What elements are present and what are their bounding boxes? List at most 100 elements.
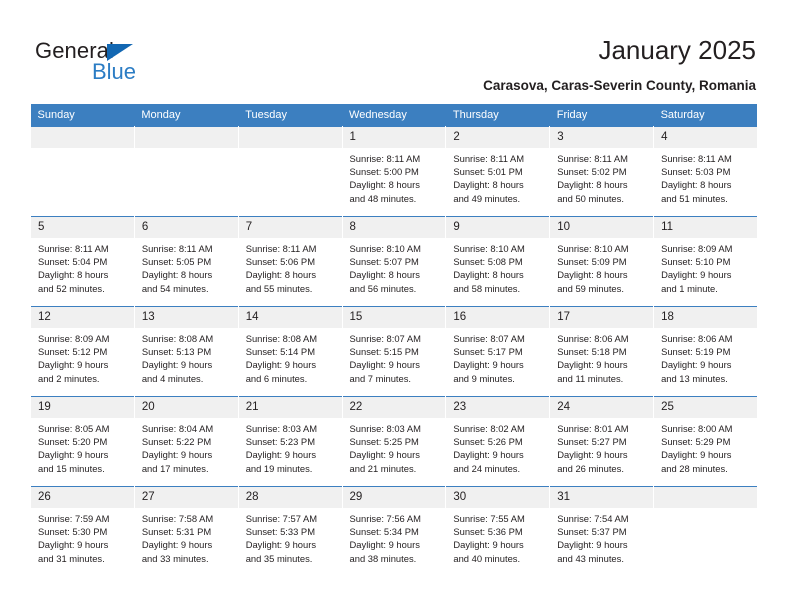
calendar-day-cell[interactable]: 15 Sunrise: 8:07 AM Sunset: 5:15 PM Dayligh… xyxy=(341,306,447,397)
sunrise-text: Sunrise: 8:09 AM xyxy=(661,243,733,254)
calendar-day-cell-empty xyxy=(30,126,135,217)
sunset-text: Sunset: 5:20 PM xyxy=(38,436,108,448)
daylight-text-line1: Daylight: 9 hours xyxy=(661,359,732,371)
calendar-day-cell[interactable]: 16 Sunrise: 8:07 AM Sunset: 5:17 PM Dayligh… xyxy=(445,306,551,397)
calendar-day-cell[interactable]: 29 Sunrise: 7:56 AM Sunset: 5:34 PM Dayligh… xyxy=(341,486,447,577)
daylight-text-line2: and 52 minutes. xyxy=(38,282,105,294)
daylight-text-line2: and 7 minutes. xyxy=(349,372,412,384)
day-number: 19 xyxy=(31,397,134,418)
calendar-day-cell[interactable]: 2 Sunrise: 8:11 AM Sunset: 5:01 PM Daylight… xyxy=(445,126,551,217)
sunrise-text: Sunrise: 8:11 AM xyxy=(245,243,317,254)
day-sun-info: Sunrise: 8:03 AM Sunset: 5:25 PM Daylight:… xyxy=(343,418,446,475)
sunset-text: Sunset: 5:08 PM xyxy=(453,256,523,268)
calendar-day-cell[interactable]: 12 Sunrise: 8:09 AM Sunset: 5:12 PM Dayligh… xyxy=(30,306,135,397)
calendar-day-cell[interactable]: 20 Sunrise: 8:04 AM Sunset: 5:22 PM Dayligh… xyxy=(133,396,239,487)
page-title: January 2025 xyxy=(598,35,756,65)
sunrise-text: Sunrise: 8:10 AM xyxy=(349,243,421,254)
sunset-text: Sunset: 5:06 PM xyxy=(245,256,315,268)
calendar-week-row: 1 Sunrise: 8:11 AM Sunset: 5:00 PM Daylight… xyxy=(30,126,758,217)
day-sun-info: Sunrise: 8:10 AM Sunset: 5:07 PM Daylight:… xyxy=(343,238,446,295)
calendar-day-cell[interactable]: 18 Sunrise: 8:06 AM Sunset: 5:19 PM Dayligh… xyxy=(653,306,758,397)
calendar-day-cell-empty xyxy=(237,126,343,217)
calendar-day-cell[interactable]: 13 Sunrise: 8:08 AM Sunset: 5:13 PM Dayligh… xyxy=(133,306,239,397)
sunset-text: Sunset: 5:12 PM xyxy=(38,346,108,358)
day-number: 11 xyxy=(654,217,757,238)
daylight-text-line2: and 40 minutes. xyxy=(453,552,521,564)
day-sun-info: Sunrise: 8:09 AM Sunset: 5:12 PM Daylight:… xyxy=(31,328,134,385)
sunrise-text: Sunrise: 7:55 AM xyxy=(453,513,525,524)
calendar-day-cell[interactable]: 6 Sunrise: 8:11 AM Sunset: 5:05 PM Daylight… xyxy=(133,216,239,307)
day-number: 22 xyxy=(342,397,446,418)
daylight-text-line1: Daylight: 9 hours xyxy=(661,449,732,461)
calendar-day-cell[interactable]: 19 Sunrise: 8:05 AM Sunset: 5:20 PM Dayligh… xyxy=(30,396,135,487)
daylight-text-line1: Daylight: 9 hours xyxy=(557,449,628,461)
calendar-day-cell[interactable]: 11 Sunrise: 8:09 AM Sunset: 5:10 PM Dayligh… xyxy=(653,216,758,307)
calendar-day-cell[interactable]: 26 Sunrise: 7:59 AM Sunset: 5:30 PM Dayligh… xyxy=(30,486,135,577)
general-blue-logo[interactable]: General Blue xyxy=(35,38,235,84)
daylight-text-line1: Daylight: 8 hours xyxy=(141,269,213,281)
calendar-day-cell[interactable]: 7 Sunrise: 8:11 AM Sunset: 5:06 PM Daylight… xyxy=(237,216,343,307)
calendar-body: 1 Sunrise: 8:11 AM Sunset: 5:00 PM Daylight… xyxy=(30,126,758,577)
daylight-text-line2: and 24 minutes. xyxy=(453,462,521,474)
calendar-day-cell[interactable]: 31 Sunrise: 7:54 AM Sunset: 5:37 PM Dayligh… xyxy=(549,486,655,577)
calendar-day-cell[interactable]: 3 Sunrise: 8:11 AM Sunset: 5:02 PM Daylight… xyxy=(549,126,655,217)
daylight-text-line2: and 49 minutes. xyxy=(453,192,521,204)
calendar-day-cell[interactable]: 30 Sunrise: 7:55 AM Sunset: 5:36 PM Dayligh… xyxy=(445,486,551,577)
calendar-day-cell[interactable]: 21 Sunrise: 8:03 AM Sunset: 5:23 PM Dayligh… xyxy=(237,396,343,487)
daylight-text-line1: Daylight: 9 hours xyxy=(453,359,524,371)
day-sun-info: Sunrise: 7:56 AM Sunset: 5:34 PM Daylight:… xyxy=(343,508,446,565)
calendar-day-cell[interactable]: 4 Sunrise: 8:11 AM Sunset: 5:03 PM Daylight… xyxy=(653,126,758,217)
day-sun-info: Sunrise: 8:01 AM Sunset: 5:27 PM Daylight:… xyxy=(550,418,653,475)
day-sun-info: Sunrise: 8:11 AM Sunset: 5:05 PM Daylight:… xyxy=(135,238,238,295)
sunrise-text: Sunrise: 8:11 AM xyxy=(141,243,213,254)
calendar-day-cell[interactable]: 14 Sunrise: 8:08 AM Sunset: 5:14 PM Dayligh… xyxy=(237,306,343,397)
daylight-text-line2: and 26 minutes. xyxy=(557,462,624,474)
day-number: 24 xyxy=(550,397,654,418)
day-sun-info: Sunrise: 8:08 AM Sunset: 5:13 PM Daylight:… xyxy=(135,328,238,385)
calendar-day-cell[interactable]: 28 Sunrise: 7:57 AM Sunset: 5:33 PM Dayligh… xyxy=(237,486,343,577)
calendar-day-cell[interactable]: 1 Sunrise: 8:11 AM Sunset: 5:00 PM Daylight… xyxy=(341,126,447,217)
day-sun-info: Sunrise: 8:09 AM Sunset: 5:10 PM Daylight:… xyxy=(654,238,757,295)
daylight-text-line1: Daylight: 9 hours xyxy=(349,539,420,551)
daylight-text-line1: Daylight: 8 hours xyxy=(349,179,420,191)
sunrise-text: Sunrise: 8:11 AM xyxy=(557,153,628,164)
day-sun-info: Sunrise: 8:10 AM Sunset: 5:09 PM Daylight:… xyxy=(550,238,653,295)
daylight-text-line2: and 43 minutes. xyxy=(557,552,624,564)
calendar-day-cell[interactable]: 17 Sunrise: 8:06 AM Sunset: 5:18 PM Dayligh… xyxy=(549,306,655,397)
calendar-day-cell[interactable]: 9 Sunrise: 8:10 AM Sunset: 5:08 PM Daylight… xyxy=(445,216,551,307)
calendar-day-cell[interactable]: 27 Sunrise: 7:58 AM Sunset: 5:31 PM Dayligh… xyxy=(133,486,239,577)
calendar-day-cell[interactable]: 5 Sunrise: 8:11 AM Sunset: 5:04 PM Daylight… xyxy=(30,216,135,307)
day-sun-info: Sunrise: 8:11 AM Sunset: 5:01 PM Daylight:… xyxy=(446,148,549,205)
daylight-text-line1: Daylight: 9 hours xyxy=(38,359,109,371)
calendar-day-cell[interactable]: 22 Sunrise: 8:03 AM Sunset: 5:25 PM Dayligh… xyxy=(341,396,447,487)
calendar-day-cell[interactable]: 23 Sunrise: 8:02 AM Sunset: 5:26 PM Dayligh… xyxy=(445,396,551,487)
sunset-text: Sunset: 5:31 PM xyxy=(141,526,212,538)
sunrise-text: Sunrise: 8:07 AM xyxy=(349,333,421,344)
calendar-day-cell[interactable]: 10 Sunrise: 8:10 AM Sunset: 5:09 PM Dayligh… xyxy=(549,216,655,307)
sunrise-text: Sunrise: 7:57 AM xyxy=(245,513,318,524)
day-number: 29 xyxy=(342,487,446,508)
day-number: 28 xyxy=(238,487,342,508)
calendar-day-cell[interactable]: 25 Sunrise: 8:00 AM Sunset: 5:29 PM Dayligh… xyxy=(653,396,758,487)
sunrise-text: Sunrise: 8:10 AM xyxy=(453,243,525,254)
daylight-text-line1: Daylight: 9 hours xyxy=(38,539,109,551)
sunrise-text: Sunrise: 8:04 AM xyxy=(141,423,214,434)
sunset-text: Sunset: 5:25 PM xyxy=(349,436,419,448)
daylight-text-line2: and 2 minutes. xyxy=(38,372,100,384)
day-sun-info: Sunrise: 8:03 AM Sunset: 5:23 PM Daylight:… xyxy=(239,418,342,475)
daylight-text-line1: Daylight: 9 hours xyxy=(141,359,213,371)
calendar-week-row: 19 Sunrise: 8:05 AM Sunset: 5:20 PM Dayligh… xyxy=(30,396,758,487)
sunrise-text: Sunrise: 7:59 AM xyxy=(38,513,110,524)
day-number: 25 xyxy=(654,397,757,418)
day-number: 20 xyxy=(134,397,238,418)
daylight-text-line2: and 4 minutes. xyxy=(141,372,204,384)
day-sun-info: Sunrise: 8:11 AM Sunset: 5:04 PM Daylight:… xyxy=(31,238,134,295)
daylight-text-line2: and 19 minutes. xyxy=(245,462,313,474)
daylight-text-line1: Daylight: 9 hours xyxy=(38,449,109,461)
daylight-text-line2: and 21 minutes. xyxy=(349,462,417,474)
calendar-day-cell[interactable]: 24 Sunrise: 8:01 AM Sunset: 5:27 PM Dayligh… xyxy=(549,396,655,487)
calendar-day-cell[interactable]: 8 Sunrise: 8:10 AM Sunset: 5:07 PM Daylight… xyxy=(341,216,447,307)
day-number: 31 xyxy=(550,487,654,508)
sunset-text: Sunset: 5:22 PM xyxy=(141,436,212,448)
sunset-text: Sunset: 5:09 PM xyxy=(557,256,627,268)
